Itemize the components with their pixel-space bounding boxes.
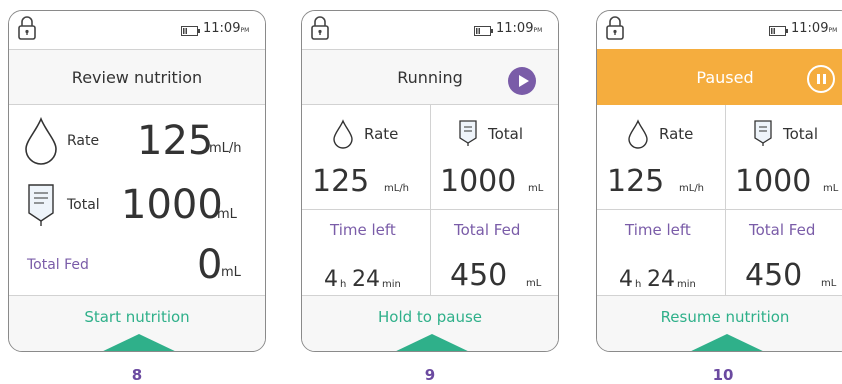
pump-screen-running: 11:09PM Running Rate 125 mL/h Total 1000… xyxy=(301,10,559,352)
minutes-value: 24 xyxy=(352,267,380,292)
grid-divider xyxy=(725,105,726,295)
drop-icon xyxy=(25,117,57,165)
grid-divider xyxy=(597,209,842,210)
total-fed-value: 450 xyxy=(745,258,803,293)
time-left-label: Time left xyxy=(330,221,396,239)
screen-header: Running xyxy=(302,49,558,105)
total-value: 1000 xyxy=(121,182,223,228)
up-arrow-icon xyxy=(390,334,474,351)
total-fed-value: 0 xyxy=(197,242,223,288)
up-arrow-icon xyxy=(685,334,769,351)
hours-unit: h xyxy=(635,279,642,290)
action-label: Start nutrition xyxy=(84,308,190,326)
time-left-label: Time left xyxy=(625,221,691,239)
grid-divider xyxy=(302,209,558,210)
total-fed-label: Total Fed xyxy=(454,221,521,239)
screen-title: Review nutrition xyxy=(71,68,203,87)
status-bar: 11:09PM xyxy=(302,11,558,49)
minutes-unit: min xyxy=(677,279,696,290)
up-arrow-icon xyxy=(97,334,181,351)
screen-body: Rate 125 mL/h Total 1000 mL Time left 4 … xyxy=(302,105,558,295)
total-fed-unit: mL xyxy=(221,265,241,280)
action-label: Resume nutrition xyxy=(660,308,790,326)
drop-icon xyxy=(333,119,353,149)
feeding-bag-icon xyxy=(28,184,54,226)
total-fed-label: Total Fed xyxy=(27,257,89,273)
clock-time: 11:09PM xyxy=(496,21,543,36)
rate-label: Rate xyxy=(659,125,694,143)
minutes-unit: min xyxy=(382,279,401,290)
rate-label: Rate xyxy=(364,125,399,143)
hours-value: 4 xyxy=(619,267,633,292)
screen-title: Paused xyxy=(696,68,754,87)
total-label: Total xyxy=(488,125,524,143)
total-unit: mL xyxy=(217,207,237,222)
screen-header: Review nutrition xyxy=(9,49,265,105)
screen-body: Rate 125 mL/h Total 1000 mL Total Fed 0 … xyxy=(9,105,265,295)
total-unit: mL xyxy=(823,183,839,194)
clock-time: 11:09PM xyxy=(791,21,838,36)
grid-divider xyxy=(430,105,431,295)
screen-body: Rate 125 mL/h Total 1000 mL Time left 4 … xyxy=(597,105,842,295)
total-label: Total xyxy=(67,197,100,213)
total-unit: mL xyxy=(528,183,544,194)
total-fed-unit: mL xyxy=(526,278,542,289)
rate-unit: mL/h xyxy=(209,141,242,156)
pump-screen-review: 11:09PM Review nutrition Rate 125 mL/h T… xyxy=(8,10,266,352)
step-number: 9 xyxy=(424,366,436,384)
action-label: Hold to pause xyxy=(377,308,482,326)
lock-icon xyxy=(311,16,329,40)
step-number: 10 xyxy=(712,366,734,384)
battery-icon xyxy=(769,26,788,36)
status-bar: 11:09PM xyxy=(9,11,265,49)
total-value: 1000 xyxy=(440,164,517,199)
status-bar: 11:09PM xyxy=(597,11,842,49)
minutes-value: 24 xyxy=(647,267,675,292)
total-fed-label: Total Fed xyxy=(749,221,816,239)
hours-unit: h xyxy=(340,279,347,290)
hours-value: 4 xyxy=(324,267,338,292)
step-number: 8 xyxy=(131,366,143,384)
total-fed-unit: mL xyxy=(821,278,837,289)
total-label: Total xyxy=(783,125,819,143)
battery-icon xyxy=(474,26,493,36)
hold-to-pause-button[interactable]: Hold to pause xyxy=(302,295,558,351)
total-value: 1000 xyxy=(735,164,812,199)
lock-icon xyxy=(606,16,624,40)
pause-icon[interactable] xyxy=(807,65,835,93)
feeding-bag-icon xyxy=(754,120,772,146)
clock-time: 11:09PM xyxy=(203,21,250,36)
screen-header: Paused xyxy=(597,49,842,105)
rate-unit: mL/h xyxy=(384,183,410,194)
pump-screen-paused: 11:09PM Paused Rate 125 mL/h Total 1000 … xyxy=(596,10,842,352)
start-nutrition-button[interactable]: Start nutrition xyxy=(9,295,265,351)
total-fed-value: 450 xyxy=(450,258,508,293)
rate-unit: mL/h xyxy=(679,183,705,194)
lock-icon xyxy=(18,16,36,40)
rate-value: 125 xyxy=(137,118,214,164)
battery-icon xyxy=(181,26,200,36)
rate-label: Rate xyxy=(67,133,100,149)
drop-icon xyxy=(628,119,648,149)
feeding-bag-icon xyxy=(459,120,477,146)
rate-value: 125 xyxy=(312,164,370,199)
resume-nutrition-button[interactable]: Resume nutrition xyxy=(597,295,842,351)
play-icon[interactable] xyxy=(508,67,536,95)
rate-value: 125 xyxy=(607,164,665,199)
